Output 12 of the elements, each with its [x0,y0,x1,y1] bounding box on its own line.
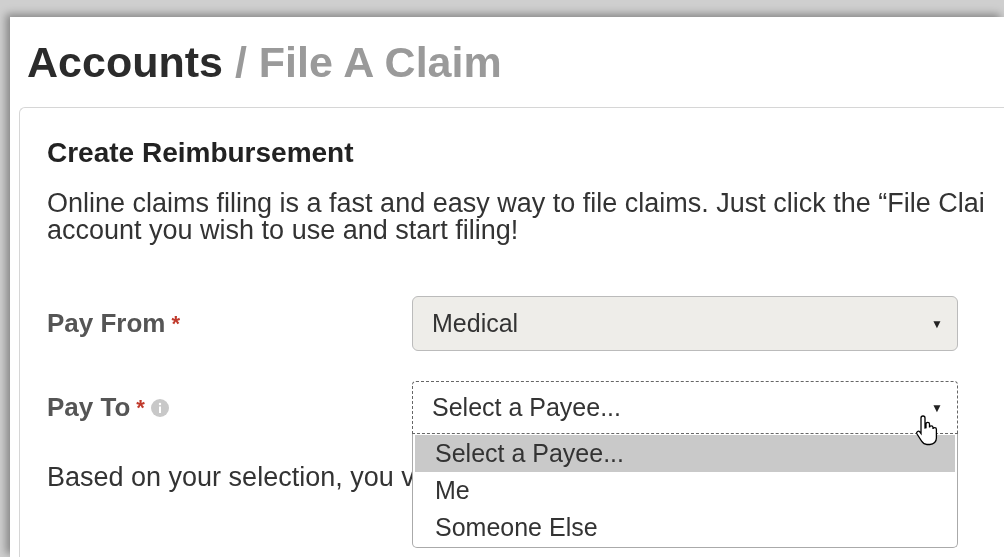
page-title: Accounts / File A Claim [27,37,503,87]
field-label: Pay From [47,308,166,339]
dropdown-option[interactable]: Select a Payee... [415,435,955,472]
card-heading: Create Reimbursement [47,136,355,170]
required-mark: * [136,394,145,421]
info-icon[interactable] [150,398,169,417]
required-mark: * [171,310,181,337]
dropdown-option[interactable]: Me [415,472,955,509]
field-label: Pay To [47,392,131,423]
intro-text: Online claims filing is a fast and easy way to file claims. Just click the “File Clai account you wish to use and start filing! [47,190,986,244]
select-field[interactable]: Medical ▼ [412,296,958,351]
dropdown-option[interactable]: Someone Else [415,509,955,546]
